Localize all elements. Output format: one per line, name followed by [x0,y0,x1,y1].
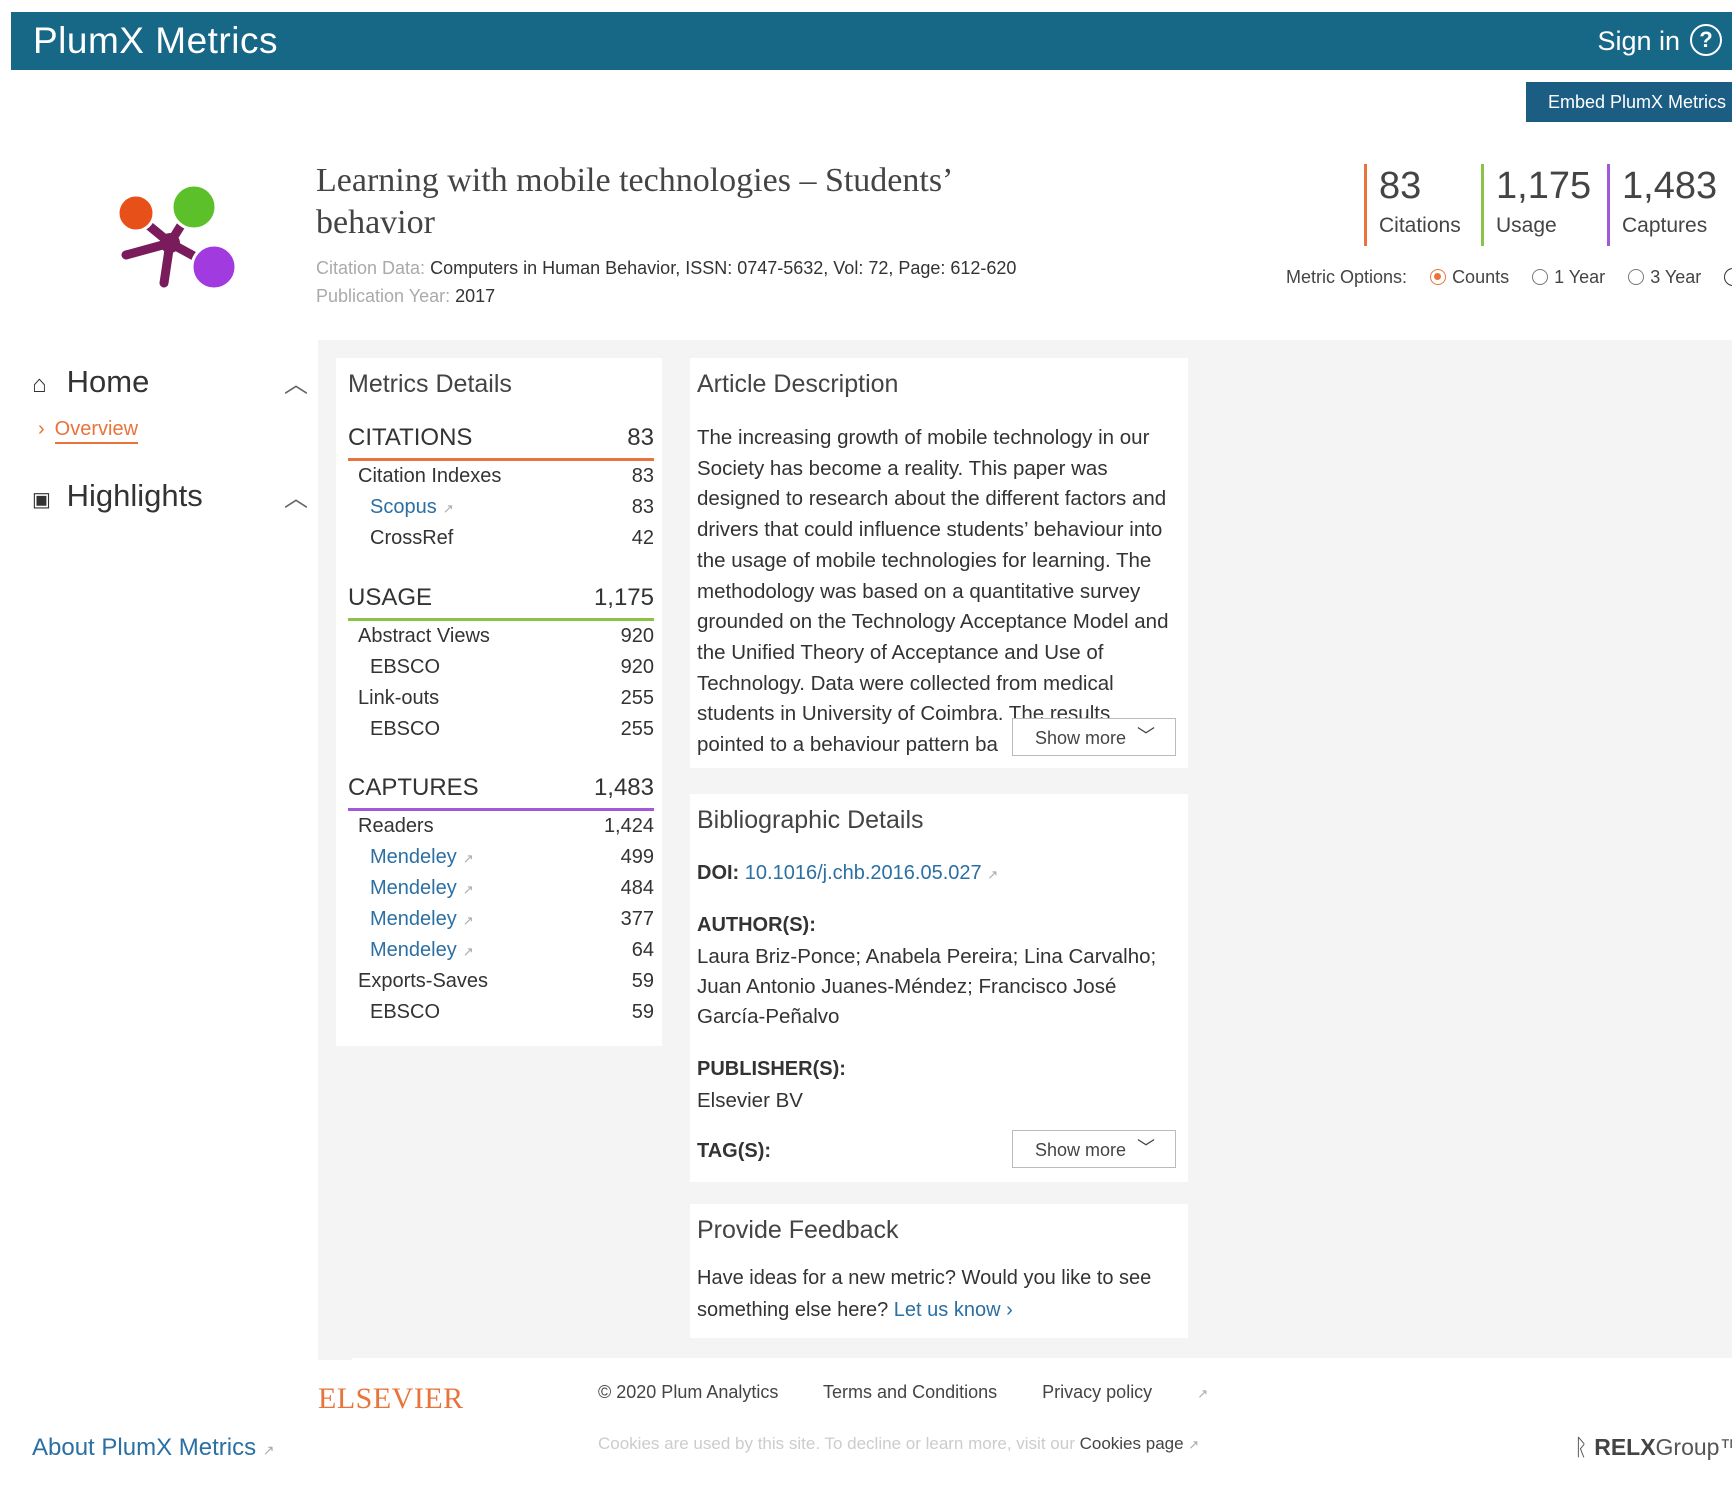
list-item[interactable]: Mendeley ↗ 377 [348,904,654,935]
home-icon: ⌂ [32,371,47,398]
external-link-icon: ↗ [987,867,999,882]
citations-section: CITATIONS 83 Citation Indexes 83 Scopus ↗ 83… [348,424,654,554]
help-icon[interactable]: ? [1690,24,1722,56]
footer-area [352,1358,1732,1500]
list-item[interactable]: Mendeley ↗ 499 [348,842,654,873]
chevron-right-icon: › [38,418,45,440]
publishers-value: Elsevier BV [697,1089,803,1112]
article-description-panel: Article Description The increasing growt… [690,358,1188,768]
summary-usage: 1,175 Usage [1481,164,1591,246]
copyright-text: © 2020 Plum Analytics [598,1382,779,1402]
nav-home[interactable]: ⌂ Home [32,364,149,400]
nav-highlights[interactable]: ▣ Highlights [32,478,203,514]
radio-counts[interactable] [1430,269,1447,286]
radio-1-year[interactable] [1532,269,1549,286]
plumx-logo-icon [116,183,238,291]
elsevier-logo[interactable]: ELSEVIER [318,1382,464,1416]
article-description-title: Article Description [697,370,899,398]
relx-group-logo[interactable]: ᚱ RELXGroup™ [1574,1434,1732,1461]
cookies-page-link[interactable]: Cookies page [1080,1434,1184,1453]
article-description-text: The increasing growth of mobile technolo… [697,426,1169,757]
list-item: Abstract Views 920 [358,625,654,647]
feedback-panel: Provide Feedback Have ideas for a new me… [690,1204,1188,1338]
radio-3-year[interactable] [1628,269,1645,286]
metrics-details-title: Metrics Details [348,370,512,398]
bibliographic-details-title: Bibliographic Details [697,806,924,834]
description-show-more-button[interactable]: Show more ﹀ [1012,718,1176,756]
list-item: Exports-Saves 59 [358,970,654,992]
cookies-notice: Cookies are used by this site. To declin… [598,1434,1200,1453]
about-plumx-link[interactable]: About PlumX Metrics ↗ [32,1434,274,1462]
footer-links: © 2020 Plum Analytics Terms and Conditio… [598,1382,1288,1403]
list-item[interactable]: Mendeley ↗ 64 [348,935,654,966]
highlights-icon: ▣ [32,489,51,511]
authors-value: Laura Briz-Ponce; Anabela Pereira; Lina … [697,945,1157,1028]
embed-plumx-button[interactable]: Embed PlumX Metrics [1526,82,1732,122]
collapse-highlights-icon[interactable]: ︿ [284,478,308,513]
captures-section: CAPTURES 1,483 Readers 1,424 Mendeley ↗ 499 … [348,774,654,1028]
list-item[interactable]: Scopus ↗ 83 [348,492,654,523]
chevron-right-icon: › [1006,1299,1013,1321]
chevron-down-icon: ﹀ [1137,726,1155,746]
external-link-icon: ↗ [262,1442,275,1458]
external-link-icon: ↗ [462,944,474,959]
metric-options: Metric Options: Counts 1 Year 3 Year i [1286,266,1732,288]
publishers-label: PUBLISHER(S): [697,1058,846,1080]
collapse-home-icon[interactable]: ︿ [284,364,308,399]
citation-data: Citation Data: Computers in Human Behavi… [316,258,1017,278]
doi-link[interactable]: 10.1016/j.chb.2016.05.027 [745,862,982,884]
external-link-icon: ↗ [442,501,454,516]
list-item: EBSCO 255 [370,718,654,740]
brand-title[interactable]: PlumX Metrics [33,20,278,62]
info-icon[interactable]: i [1724,268,1732,287]
summary-citations: 83 Citations [1364,164,1461,246]
relx-logo-icon: ᚱ [1574,1434,1588,1460]
list-item: Link-outs 255 [358,687,654,709]
list-item: CrossRef 42 [370,527,654,549]
external-link-icon: ↗ [1197,1386,1209,1401]
doi-row: DOI: 10.1016/j.chb.2016.05.027 ↗ [697,862,999,884]
nav-overview[interactable]: › Overview [38,418,139,444]
external-link-icon: ↗ [462,913,474,928]
publication-year: Publication Year: 2017 [316,286,496,306]
let-us-know-link[interactable]: Let us know [894,1299,1001,1321]
summary-captures: 1,483 Captures [1607,164,1717,246]
terms-link[interactable]: Terms and Conditions [823,1382,997,1402]
feedback-text: Have ideas for a new metric? Would you l… [697,1267,1152,1321]
list-item: Readers 1,424 [358,815,654,837]
tags-show-more-button[interactable]: Show more ﹀ [1012,1130,1176,1168]
list-item[interactable]: Mendeley ↗ 484 [348,873,654,904]
usage-section: USAGE 1,175 Abstract Views 920 EBSCO 920 Li… [348,584,654,745]
list-item: Citation Indexes 83 [358,465,654,487]
authors-label: AUTHOR(S): [697,914,816,936]
feedback-title: Provide Feedback [697,1216,899,1244]
chevron-down-icon: ﹀ [1137,1138,1155,1158]
top-bar: PlumX Metrics Sign in ? [11,12,1732,70]
external-link-icon: ↗ [462,882,474,897]
external-link-icon: ↗ [1188,1437,1200,1452]
external-link-icon: ↗ [462,851,474,866]
metrics-details-panel: Metrics Details CITATIONS 83 Citation Ind… [336,358,662,1046]
bibliographic-details-panel: Bibliographic Details DOI: 10.1016/j.chb… [690,794,1188,1182]
list-item: EBSCO 59 [370,1001,654,1023]
list-item: EBSCO 920 [370,656,654,678]
privacy-link[interactable]: Privacy policy ↗ [1042,1382,1248,1402]
sign-in-link[interactable]: Sign in [1597,26,1680,57]
article-title: Learning with mobile technologies – Stud… [316,162,954,241]
tags-label: TAG(S): [697,1140,772,1162]
